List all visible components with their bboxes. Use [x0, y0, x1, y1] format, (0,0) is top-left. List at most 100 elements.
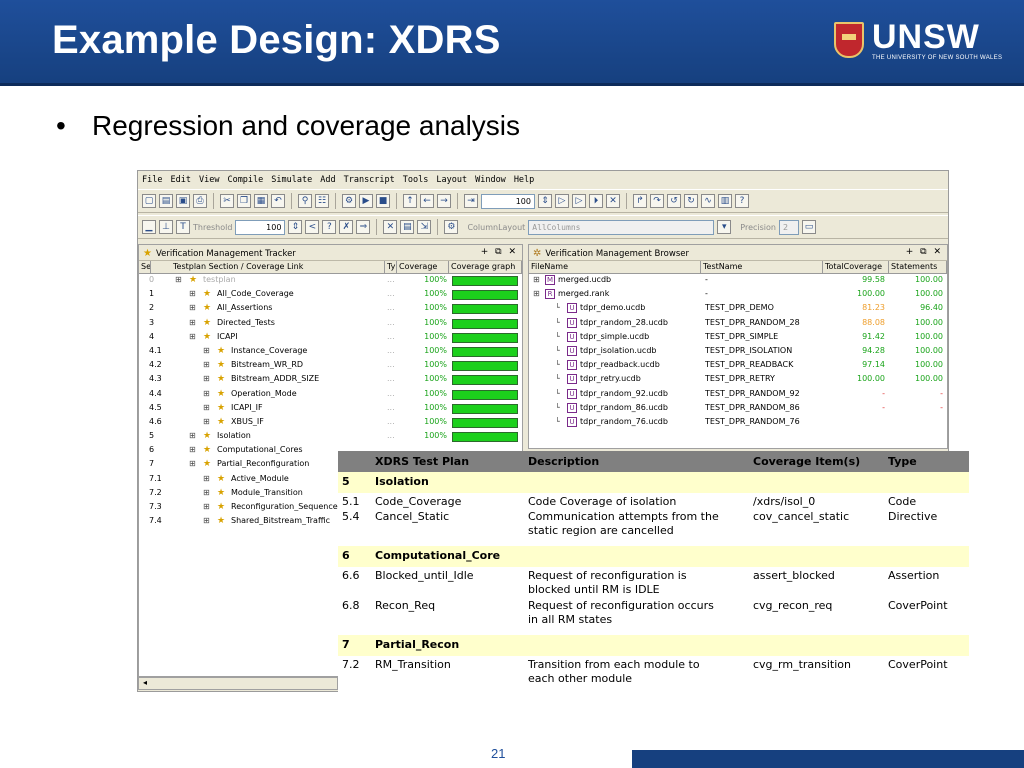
- tracker-row[interactable]: 4.6 ⊞ ★ XBUS_IF... 100%: [139, 416, 522, 430]
- browser-row[interactable]: └ Utdpr_random_28.ucdb TEST_DPR_RANDOM_28 8…: [529, 317, 947, 331]
- browser-row[interactable]: └ Utdpr_random_76.ucdb TEST_DPR_RANDOM_76: [529, 416, 947, 430]
- new-file-icon[interactable]: ▢: [142, 194, 156, 208]
- step-out-icon[interactable]: ↺: [667, 194, 681, 208]
- report-icon[interactable]: ▤: [400, 220, 415, 234]
- tree-branch-icon[interactable]: └: [555, 303, 567, 312]
- column-layout-select[interactable]: AllColumns: [528, 219, 715, 235]
- apply-icon[interactable]: ⇒: [356, 220, 371, 234]
- settings-icon[interactable]: ⚙: [444, 220, 459, 234]
- tracker-row[interactable]: 4.4 ⊞ ★ Operation_Mode... 100%: [139, 388, 522, 402]
- less-than-icon[interactable]: <: [305, 220, 320, 234]
- menu-item-view[interactable]: View: [199, 175, 219, 185]
- tree-branch-icon[interactable]: └: [555, 360, 567, 369]
- tracker-col-sec[interactable]: Sec#: [139, 261, 151, 274]
- tracker-row[interactable]: 4 ⊞ ★ ICAPI... 100%: [139, 331, 522, 345]
- browser-row[interactable]: ⊞ Rmerged.rank -100.00 100.00: [529, 288, 947, 302]
- undo-icon[interactable]: ↶: [271, 194, 285, 208]
- save-icon[interactable]: ▣: [176, 194, 190, 208]
- menu-item-layout[interactable]: Layout: [436, 175, 467, 185]
- tree-branch-icon[interactable]: └: [555, 318, 567, 327]
- horizontal-scrollbar[interactable]: ◂: [138, 677, 338, 690]
- threshold-stepper-icon[interactable]: ⇕: [288, 220, 303, 234]
- simulate-icon[interactable]: ▶: [359, 194, 373, 208]
- menu-item-file[interactable]: File: [142, 175, 162, 185]
- menu-item-window[interactable]: Window: [475, 175, 506, 185]
- tree-branch-icon[interactable]: └: [555, 403, 567, 412]
- tracker-row[interactable]: 4.5 ⊞ ★ ICAPI_IF... 100%: [139, 402, 522, 416]
- tracker-row[interactable]: 0 ⊞ ★ testplan... 100%: [139, 274, 522, 288]
- tracker-row[interactable]: 4.1 ⊞ ★ Instance_Coverage... 100%: [139, 345, 522, 359]
- tracker-row[interactable]: 4.2 ⊞ ★ Bitstream_WR_RD... 100%: [139, 359, 522, 373]
- arrow-up-icon[interactable]: ↑: [403, 194, 417, 208]
- tree-branch-icon[interactable]: └: [555, 417, 567, 426]
- cut-icon[interactable]: ✂: [220, 194, 234, 208]
- wave-icon[interactable]: ∿: [701, 194, 715, 208]
- open-folder-icon[interactable]: ▤: [159, 194, 173, 208]
- step-icon[interactable]: ↱: [633, 194, 647, 208]
- pane-window-buttons[interactable]: + ⧉ ✕: [481, 247, 518, 257]
- threshold-field[interactable]: 100: [235, 219, 286, 235]
- browser-row[interactable]: ⊞ Mmerged.ucdb -99.58 100.00: [529, 274, 947, 288]
- tree-branch-icon[interactable]: └: [555, 389, 567, 398]
- clear-icon[interactable]: ✗: [339, 220, 354, 234]
- menu-item-simulate[interactable]: Simulate: [271, 175, 312, 185]
- tree-expand-icon[interactable]: ⊞: [533, 289, 545, 298]
- tree-branch-icon[interactable]: └: [555, 346, 567, 355]
- print-icon[interactable]: ⎙: [193, 194, 207, 208]
- layout-icon[interactable]: ▥: [718, 194, 732, 208]
- step-over-icon[interactable]: ↷: [650, 194, 664, 208]
- paste-icon[interactable]: ▦: [254, 194, 268, 208]
- run-all-icon[interactable]: ⏵: [589, 194, 603, 208]
- threshold-icon[interactable]: T: [176, 220, 190, 234]
- run-length-icon[interactable]: ⇥: [464, 194, 478, 208]
- arrow-right-icon[interactable]: →: [437, 194, 451, 208]
- tree-branch-icon[interactable]: └: [555, 332, 567, 341]
- menu-item-edit[interactable]: Edit: [170, 175, 190, 185]
- browser-row[interactable]: └ Utdpr_random_92.ucdb TEST_DPR_RANDOM_92 -…: [529, 388, 947, 402]
- arrow-left-icon[interactable]: ←: [420, 194, 434, 208]
- precision-apply-icon[interactable]: ▭: [801, 220, 816, 234]
- stepper-icon[interactable]: ⇕: [538, 194, 552, 208]
- menu-item-add[interactable]: Add: [320, 175, 335, 185]
- tracker-row[interactable]: 1 ⊞ ★ All_Code_Coverage... 100%: [139, 288, 522, 302]
- remove-filter-icon[interactable]: ✕: [383, 220, 398, 234]
- break-icon[interactable]: ■: [376, 194, 390, 208]
- filter-icon[interactable]: ⊥: [159, 220, 173, 234]
- tracker-row[interactable]: 3 ⊞ ★ Directed_Tests... 100%: [139, 317, 522, 331]
- browser-row[interactable]: └ Utdpr_random_86.ucdb TEST_DPR_RANDOM_86 -…: [529, 402, 947, 416]
- stop-icon[interactable]: ✕: [606, 194, 620, 208]
- tracker-col-section[interactable]: Testplan Section / Coverage Link: [171, 261, 385, 274]
- tracker-row[interactable]: 5 ⊞ ★ Isolation... 100%: [139, 430, 522, 444]
- run-icon[interactable]: ▷: [555, 194, 569, 208]
- run-length-field[interactable]: 100: [481, 193, 535, 209]
- menu-item-tools[interactable]: Tools: [403, 175, 429, 185]
- tree-expand-icon[interactable]: ⊞: [533, 275, 545, 284]
- tracker-col-type[interactable]: Ty: [385, 261, 397, 274]
- browser-row[interactable]: └ Utdpr_retry.ucdb TEST_DPR_RETRY 100.00 100…: [529, 373, 947, 387]
- browser-col-statements[interactable]: Statements: [889, 261, 947, 274]
- menu-item-compile[interactable]: Compile: [227, 175, 263, 185]
- browser-row[interactable]: └ Utdpr_simple.ucdb TEST_DPR_SIMPLE 91.42 10…: [529, 331, 947, 345]
- question-icon[interactable]: ?: [322, 220, 337, 234]
- find-icon[interactable]: ⚲: [298, 194, 312, 208]
- menu-item-help[interactable]: Help: [514, 175, 534, 185]
- help-icon[interactable]: ?: [735, 194, 749, 208]
- hierarchy-icon[interactable]: ☷: [315, 194, 329, 208]
- browser-row[interactable]: └ Utdpr_isolation.ucdb TEST_DPR_ISOLATION 9…: [529, 345, 947, 359]
- export-icon[interactable]: ⇲: [417, 220, 432, 234]
- browser-row[interactable]: └ Utdpr_readback.ucdb TEST_DPR_READBACK 97.…: [529, 359, 947, 373]
- copy-icon[interactable]: ❐: [237, 194, 251, 208]
- tracker-col-graph[interactable]: Coverage graph: [449, 261, 522, 274]
- browser-col-testname[interactable]: TestName: [701, 261, 823, 274]
- run-continue-icon[interactable]: ▷: [572, 194, 586, 208]
- pane-window-buttons[interactable]: + ⧉ ✕: [906, 247, 943, 257]
- menu-item-transcript[interactable]: Transcript: [344, 175, 395, 185]
- tracker-row[interactable]: 2 ⊞ ★ All_Assertions... 100%: [139, 302, 522, 316]
- tree-branch-icon[interactable]: └: [555, 374, 567, 383]
- browser-col-filename[interactable]: FileName: [529, 261, 701, 274]
- compile-icon[interactable]: ⚙: [342, 194, 356, 208]
- tracker-row[interactable]: 4.3 ⊞ ★ Bitstream_ADDR_SIZE... 100%: [139, 373, 522, 387]
- histogram-icon[interactable]: ▁: [142, 220, 156, 234]
- precision-field[interactable]: 2: [778, 219, 799, 235]
- scroll-left-icon[interactable]: ◂: [143, 678, 147, 687]
